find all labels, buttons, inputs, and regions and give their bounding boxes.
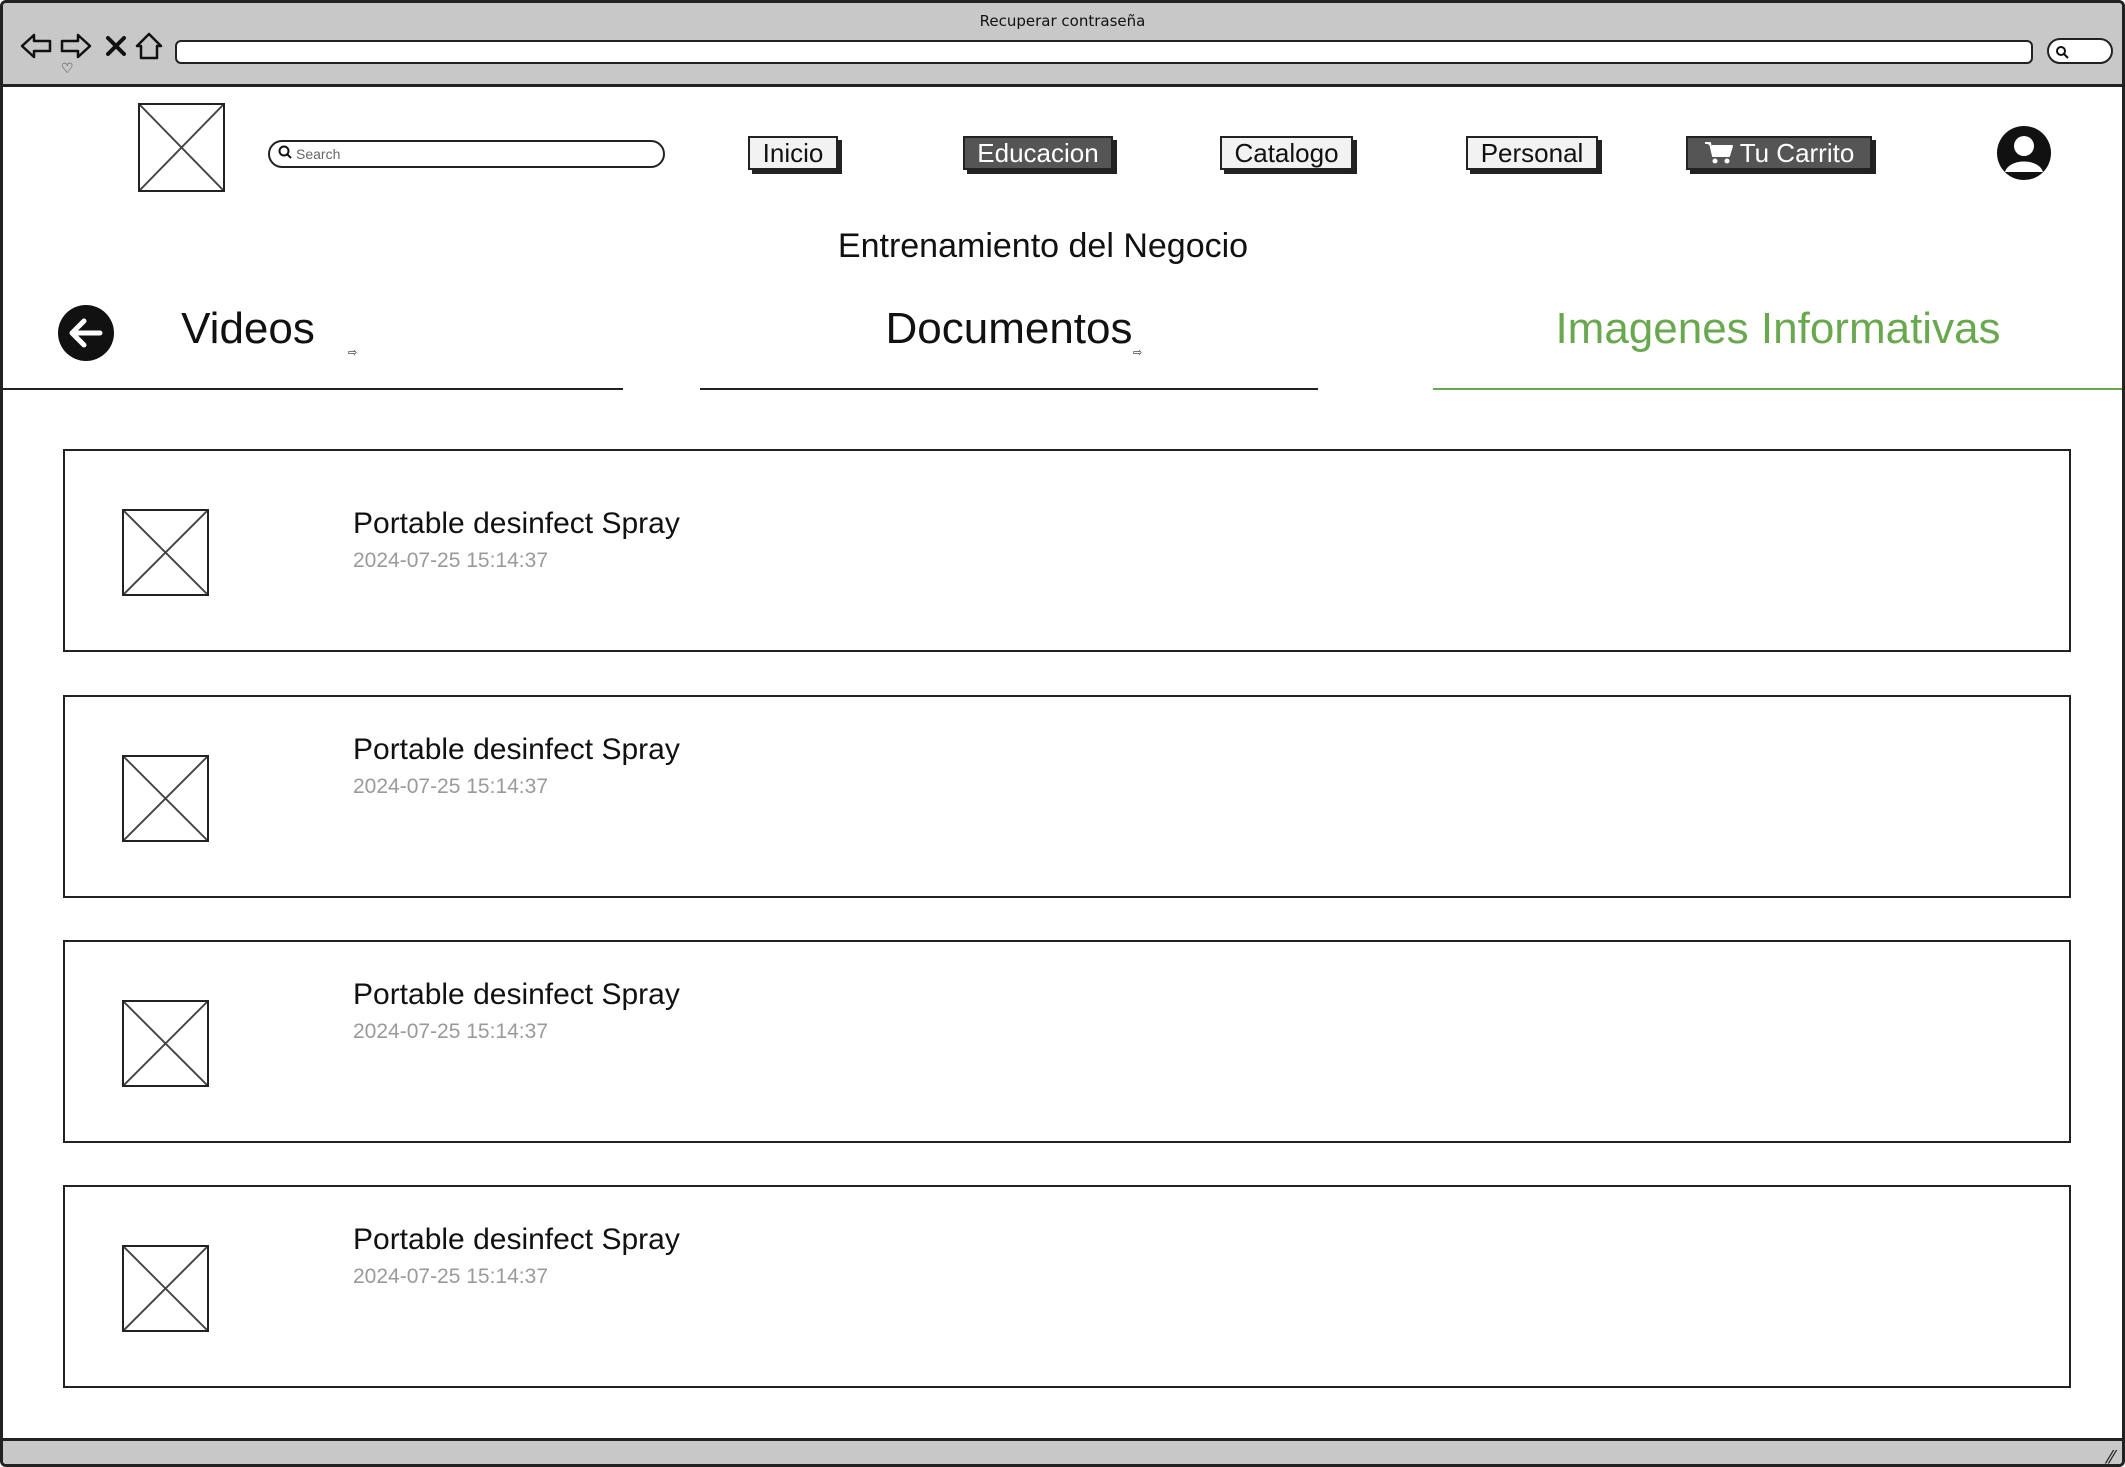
link-icon: ⇨ <box>1133 347 1143 359</box>
tab-underline <box>700 388 1318 390</box>
item-title: Portable desinfect Spray <box>353 507 680 540</box>
tab-label: Videos <box>181 304 315 353</box>
forward-arrow-icon[interactable] <box>59 29 93 63</box>
list-item[interactable]: Portable desinfect Spray 2024-07-25 15:1… <box>63 940 2071 1143</box>
address-bar[interactable] <box>175 40 2033 64</box>
item-title: Portable desinfect Spray <box>353 978 680 1011</box>
image-placeholder-icon <box>122 509 209 596</box>
search-input[interactable] <box>296 146 626 162</box>
window-title: Recuperar contraseña <box>979 12 1146 30</box>
browser-window: Recuperar contraseña ♡ Inicio <box>0 0 2125 1467</box>
item-date: 2024-07-25 15:14:37 <box>353 1020 548 1043</box>
logo-placeholder[interactable] <box>138 103 225 192</box>
item-date: 2024-07-25 15:14:37 <box>353 775 548 798</box>
item-title: Portable desinfect Spray <box>353 1223 680 1256</box>
tab-label: Documentos <box>885 304 1133 353</box>
search-icon <box>278 145 292 163</box>
page-title: Entrenamiento del Negocio <box>837 227 1249 265</box>
item-date: 2024-07-25 15:14:37 <box>353 1265 548 1288</box>
nav-label: Tu Carrito <box>1739 137 1855 168</box>
nav-label: Educacion <box>977 137 1099 168</box>
list-item[interactable]: Portable desinfect Spray 2024-07-25 15:1… <box>63 695 2071 898</box>
link-icon: ⇨ <box>348 347 358 359</box>
tab-documentos[interactable]: Documentos ⇨ <box>700 298 1318 390</box>
image-placeholder-icon <box>122 1000 209 1087</box>
home-icon[interactable] <box>133 29 165 63</box>
nav-button-educacion[interactable]: Educacion <box>963 136 1113 170</box>
list-item[interactable]: Portable desinfect Spray 2024-07-25 15:1… <box>63 449 2071 652</box>
image-placeholder-icon <box>122 755 209 842</box>
tab-imagenes-informativas[interactable]: Imagenes Informativas <box>1433 298 2122 390</box>
nav-button-catalogo[interactable]: Catalogo ⇨ <box>1220 136 1357 176</box>
cart-icon <box>1704 141 1734 165</box>
tab-underline <box>1433 388 2122 390</box>
item-date: 2024-07-25 15:14:37 <box>353 549 548 572</box>
tab-videos[interactable]: Videos ⇨ <box>3 298 623 390</box>
link-icon: ⇨ <box>832 164 842 176</box>
nav-button-carrito[interactable]: Tu Carrito ⇨ <box>1686 136 1876 176</box>
nav-label: Personal <box>1480 137 1584 168</box>
search-input-wrapper[interactable] <box>268 140 665 168</box>
search-icon <box>2055 39 2069 63</box>
browser-search-field[interactable] <box>2047 38 2113 64</box>
tab-label: Imagenes Informativas <box>1555 304 2001 353</box>
link-icon: ⇨ <box>1866 164 1876 176</box>
nav-button-personal[interactable]: Personal ⇨ <box>1466 136 1602 176</box>
browser-titlebar: Recuperar contraseña ♡ <box>3 3 2122 87</box>
browser-statusbar: ⁄⁄ <box>3 1438 2122 1464</box>
resize-grip-icon[interactable]: ⁄⁄ <box>2108 1447 2114 1464</box>
link-icon: ⇨ <box>1347 164 1357 176</box>
link-icon: ⇨ <box>1592 164 1602 176</box>
item-title: Portable desinfect Spray <box>353 733 680 766</box>
list-item[interactable]: Portable desinfect Spray 2024-07-25 15:1… <box>63 1185 2071 1388</box>
favorite-icon[interactable]: ♡ <box>61 61 74 77</box>
nav-label: Inicio <box>762 137 824 168</box>
tab-underline <box>3 388 623 390</box>
back-arrow-icon[interactable] <box>19 29 53 63</box>
nav-button-inicio[interactable]: Inicio ⇨ <box>748 136 842 176</box>
image-placeholder-icon <box>122 1245 209 1332</box>
nav-label: Catalogo <box>1234 137 1339 168</box>
user-avatar-icon[interactable] <box>1997 126 2051 180</box>
close-icon[interactable] <box>103 29 129 63</box>
